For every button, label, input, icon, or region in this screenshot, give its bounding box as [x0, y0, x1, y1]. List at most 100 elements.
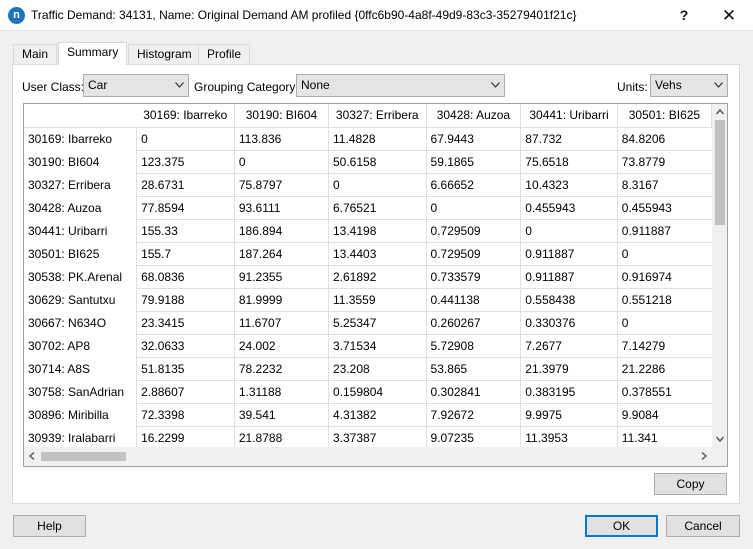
matrix-cell[interactable]: 186.894 [233, 219, 329, 243]
matrix-cell[interactable]: 0 [616, 311, 712, 335]
row-header[interactable]: 30441: Uribarri [24, 219, 137, 242]
matrix-cell[interactable]: 0.159804 [328, 380, 427, 404]
row-header[interactable]: 30327: Erribera [24, 173, 137, 196]
matrix-cell[interactable]: 21.8788 [233, 426, 329, 447]
matrix-cell[interactable]: 73.8779 [616, 150, 712, 174]
matrix-cell[interactable]: 3.71534 [328, 334, 427, 358]
matrix-cell[interactable]: 11.3953 [520, 426, 618, 447]
copy-button[interactable]: Copy [654, 473, 727, 495]
help-button[interactable]: Help [13, 515, 86, 537]
matrix-cell[interactable]: 0.551218 [616, 288, 712, 312]
row-header[interactable]: 30896: Miribilla [24, 403, 137, 426]
matrix-cell[interactable]: 51.8135 [136, 357, 235, 381]
matrix-cell[interactable]: 23.208 [328, 357, 427, 381]
scroll-right-icon[interactable] [696, 448, 712, 464]
row-header[interactable]: 30714: A8S [24, 357, 137, 380]
matrix-cell[interactable]: 0 [328, 173, 427, 197]
column-header[interactable]: 30501: BI625 [617, 104, 712, 128]
horizontal-scroll-thumb[interactable] [41, 452, 126, 461]
matrix-cell[interactable]: 0 [520, 219, 618, 243]
matrix-cell[interactable]: 11.4828 [328, 127, 427, 151]
matrix-cell[interactable]: 23.3415 [136, 311, 235, 335]
matrix-cell[interactable]: 0.733579 [425, 265, 521, 289]
tab-profile[interactable]: Profile [198, 44, 251, 64]
matrix-cell[interactable]: 0.729509 [425, 242, 521, 266]
matrix-cell[interactable]: 75.6518 [520, 150, 618, 174]
row-header[interactable]: 30667: N634O [24, 311, 137, 334]
matrix-cell[interactable]: 0.383195 [520, 380, 618, 404]
matrix-cell[interactable]: 0.260267 [425, 311, 521, 335]
matrix-cell[interactable]: 39.541 [233, 403, 329, 427]
matrix-cell[interactable]: 155.7 [136, 242, 235, 266]
matrix-cell[interactable]: 87.732 [520, 127, 618, 151]
matrix-cell[interactable]: 0.911887 [616, 219, 712, 243]
matrix-cell[interactable]: 59.1865 [425, 150, 521, 174]
tab-histogram[interactable]: Histogram [128, 44, 201, 64]
matrix-cell[interactable]: 7.14279 [616, 334, 712, 358]
matrix-cell[interactable]: 11.3559 [328, 288, 427, 312]
grouping-category-select[interactable]: None [296, 74, 505, 97]
matrix-cell[interactable]: 9.9975 [520, 403, 618, 427]
help-icon[interactable]: ? [664, 0, 704, 31]
matrix-cell[interactable]: 0.455943 [616, 196, 712, 220]
column-header[interactable]: 30441: Uribarri [520, 104, 618, 128]
row-header[interactable]: 30702: AP8 [24, 334, 137, 357]
row-header[interactable]: 30190: BI604 [24, 150, 137, 173]
matrix-cell[interactable]: 93.6111 [233, 196, 329, 220]
matrix-cell[interactable]: 187.264 [233, 242, 329, 266]
scroll-down-icon[interactable] [712, 431, 728, 447]
matrix-cell[interactable]: 2.88607 [136, 380, 235, 404]
column-header[interactable]: 30190: BI604 [234, 104, 330, 128]
matrix-cell[interactable]: 1.31188 [233, 380, 329, 404]
matrix-cell[interactable]: 0.911887 [520, 265, 618, 289]
scroll-left-icon[interactable] [24, 448, 40, 464]
matrix-cell[interactable]: 50.6158 [328, 150, 427, 174]
row-header[interactable]: 30501: BI625 [24, 242, 137, 265]
close-icon[interactable]: ✕ [709, 0, 749, 31]
matrix-cell[interactable]: 77.8594 [136, 196, 235, 220]
od-matrix-grid[interactable]: 30169: Ibarreko 30190: BI604 30327: Erri… [23, 103, 728, 467]
matrix-cell[interactable]: 0.441138 [425, 288, 521, 312]
matrix-cell[interactable]: 21.3979 [520, 357, 618, 381]
matrix-cell[interactable]: 79.9188 [136, 288, 235, 312]
matrix-cell[interactable]: 68.0836 [136, 265, 235, 289]
ok-button[interactable]: OK [585, 515, 658, 537]
tab-main[interactable]: Main [13, 44, 58, 64]
vertical-scrollbar[interactable] [712, 104, 728, 447]
matrix-cell[interactable]: 53.865 [425, 357, 521, 381]
matrix-cell[interactable]: 0.916974 [616, 265, 712, 289]
matrix-cell[interactable]: 0.558438 [520, 288, 618, 312]
vertical-scroll-thumb[interactable] [715, 120, 725, 225]
matrix-cell[interactable]: 21.2286 [616, 357, 712, 381]
matrix-cell[interactable]: 2.61892 [328, 265, 427, 289]
matrix-cell[interactable]: 91.2355 [233, 265, 329, 289]
horizontal-scrollbar[interactable] [24, 447, 712, 466]
matrix-cell[interactable]: 7.2677 [520, 334, 618, 358]
row-header[interactable]: 30428: Auzoa [24, 196, 137, 219]
matrix-cell[interactable]: 0 [233, 150, 329, 174]
units-select[interactable]: Vehs [650, 74, 728, 97]
row-header[interactable]: 30758: SanAdrian [24, 380, 137, 403]
matrix-cell[interactable]: 6.66652 [425, 173, 521, 197]
matrix-cell[interactable]: 78.2232 [233, 357, 329, 381]
matrix-cell[interactable]: 13.4403 [328, 242, 427, 266]
row-header[interactable]: 30939: Iralabarri [24, 426, 137, 447]
matrix-cell[interactable]: 0.302841 [425, 380, 521, 404]
row-header[interactable]: 30169: Ibarreko [24, 127, 137, 150]
matrix-cell[interactable]: 8.3167 [616, 173, 712, 197]
matrix-cell[interactable]: 11.6707 [233, 311, 329, 335]
matrix-cell[interactable]: 0.911887 [520, 242, 618, 266]
matrix-cell[interactable]: 24.002 [233, 334, 329, 358]
matrix-cell[interactable]: 32.0633 [136, 334, 235, 358]
scroll-up-icon[interactable] [712, 104, 728, 120]
matrix-cell[interactable]: 0.455943 [520, 196, 618, 220]
matrix-cell[interactable]: 75.8797 [233, 173, 329, 197]
matrix-cell[interactable]: 113.836 [233, 127, 329, 151]
matrix-cell[interactable]: 7.92672 [425, 403, 521, 427]
matrix-cell[interactable]: 0.729509 [425, 219, 521, 243]
matrix-cell[interactable]: 10.4323 [520, 173, 618, 197]
matrix-cell[interactable]: 0.330376 [520, 311, 618, 335]
matrix-cell[interactable]: 81.9999 [233, 288, 329, 312]
matrix-cell[interactable]: 5.25347 [328, 311, 427, 335]
column-header[interactable]: 30428: Auzoa [426, 104, 522, 128]
